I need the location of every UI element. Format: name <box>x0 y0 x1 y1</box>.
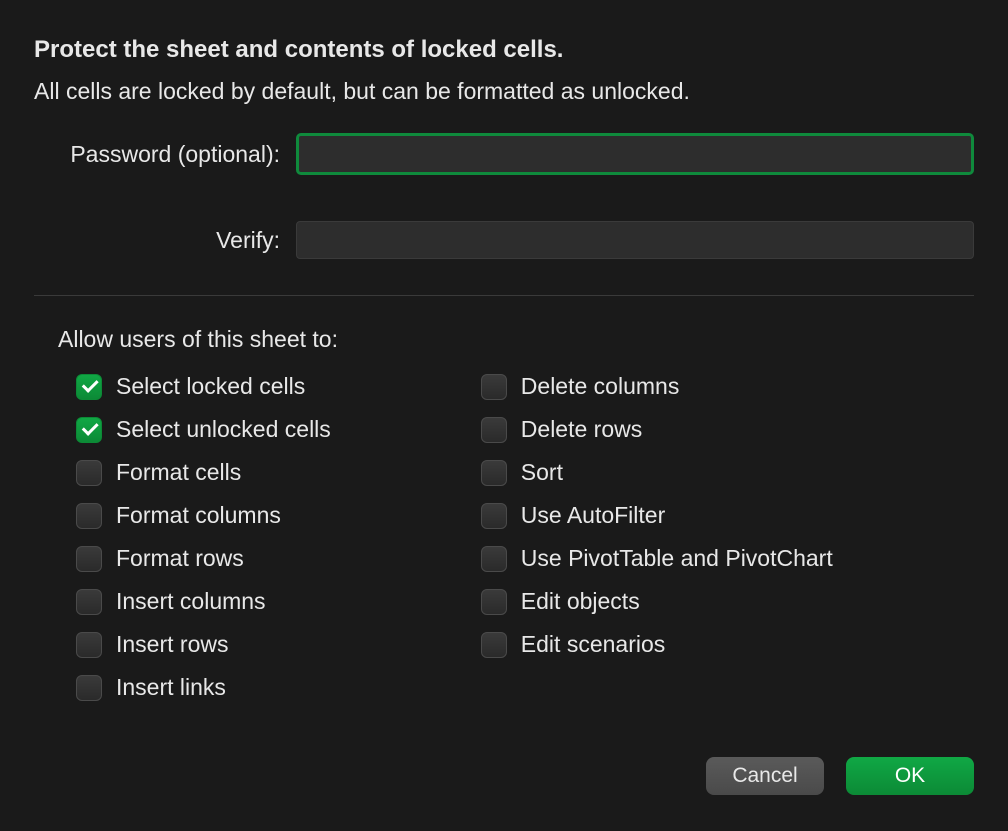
cancel-button[interactable]: Cancel <box>706 757 824 795</box>
password-row: Password (optional): <box>34 133 974 175</box>
permission-row[interactable]: Edit scenarios <box>481 631 833 658</box>
permissions-container: Select locked cells Select unlocked cells… <box>76 373 974 701</box>
permission-row[interactable]: Insert rows <box>76 631 331 658</box>
password-input[interactable] <box>296 133 974 175</box>
checkbox[interactable] <box>481 546 507 572</box>
checkbox[interactable] <box>76 417 102 443</box>
checkbox-label: Delete columns <box>521 373 680 400</box>
checkbox-label: Format cells <box>116 459 241 486</box>
permission-row[interactable]: Format rows <box>76 545 331 572</box>
checkbox[interactable] <box>481 460 507 486</box>
permission-row[interactable]: Insert columns <box>76 588 331 615</box>
checkbox[interactable] <box>481 589 507 615</box>
permission-row[interactable]: Delete rows <box>481 416 833 443</box>
checkbox-label: Sort <box>521 459 563 486</box>
permission-row[interactable]: Select unlocked cells <box>76 416 331 443</box>
checkbox[interactable] <box>76 546 102 572</box>
checkbox-label: Select locked cells <box>116 373 305 400</box>
checkbox-label: Use AutoFilter <box>521 502 665 529</box>
checkbox-label: Edit objects <box>521 588 640 615</box>
checkbox-label: Select unlocked cells <box>116 416 331 443</box>
permission-row[interactable]: Sort <box>481 459 833 486</box>
permission-row[interactable]: Insert links <box>76 674 331 701</box>
permissions-section-label: Allow users of this sheet to: <box>58 326 974 353</box>
checkbox[interactable] <box>76 460 102 486</box>
dialog-subtitle: All cells are locked by default, but can… <box>34 78 974 105</box>
divider <box>34 295 974 296</box>
permission-row[interactable]: Format cells <box>76 459 331 486</box>
permissions-column-right: Delete columns Delete rows Sort Use AutoFil… <box>481 373 833 701</box>
permission-row[interactable]: Edit objects <box>481 588 833 615</box>
checkbox-label: Use PivotTable and PivotChart <box>521 545 833 572</box>
verify-label: Verify: <box>34 227 296 254</box>
checkbox-label: Insert links <box>116 674 226 701</box>
permissions-column-left: Select locked cells Select unlocked cells… <box>76 373 331 701</box>
permission-row[interactable]: Use AutoFilter <box>481 502 833 529</box>
checkbox-label: Edit scenarios <box>521 631 665 658</box>
password-label: Password (optional): <box>34 141 296 168</box>
checkbox[interactable] <box>76 503 102 529</box>
verify-row: Verify: <box>34 221 974 259</box>
button-row: Cancel OK <box>706 757 974 795</box>
checkbox[interactable] <box>481 503 507 529</box>
checkbox[interactable] <box>76 632 102 658</box>
permission-row[interactable]: Select locked cells <box>76 373 331 400</box>
checkbox-label: Format columns <box>116 502 281 529</box>
ok-button[interactable]: OK <box>846 757 974 795</box>
checkbox[interactable] <box>481 374 507 400</box>
permission-row[interactable]: Delete columns <box>481 373 833 400</box>
checkbox[interactable] <box>76 675 102 701</box>
checkbox-label: Delete rows <box>521 416 642 443</box>
permission-row[interactable]: Use PivotTable and PivotChart <box>481 545 833 572</box>
checkbox[interactable] <box>76 374 102 400</box>
checkbox-label: Format rows <box>116 545 244 572</box>
verify-input[interactable] <box>296 221 974 259</box>
permission-row[interactable]: Format columns <box>76 502 331 529</box>
dialog-title: Protect the sheet and contents of locked… <box>34 36 974 64</box>
checkbox[interactable] <box>481 632 507 658</box>
checkbox[interactable] <box>76 589 102 615</box>
checkbox-label: Insert rows <box>116 631 228 658</box>
checkbox-label: Insert columns <box>116 588 266 615</box>
checkbox[interactable] <box>481 417 507 443</box>
